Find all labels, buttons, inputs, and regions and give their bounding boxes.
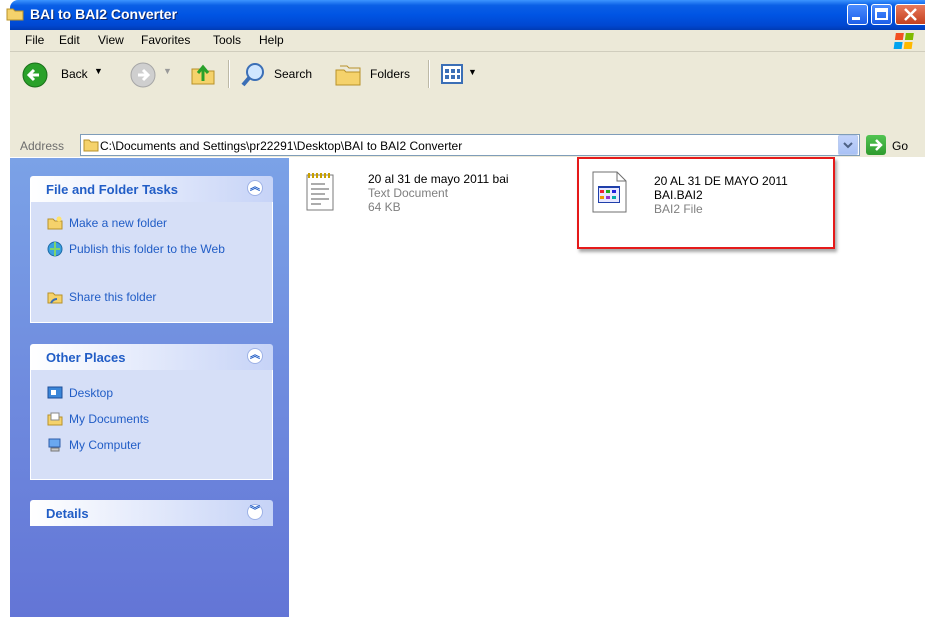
back-dropdown-icon[interactable]: ▼ <box>94 66 103 76</box>
menu-favorites[interactable]: Favorites <box>141 33 190 47</box>
address-dropdown-button[interactable] <box>838 135 858 155</box>
menu-edit[interactable]: Edit <box>59 33 80 47</box>
panel-title: Other Places <box>46 350 126 365</box>
window-title: BAI to BAI2 Converter <box>30 6 178 22</box>
web-publish-icon <box>47 241 63 257</box>
menu-help[interactable]: Help <box>259 33 284 47</box>
new-folder-icon <box>47 216 63 230</box>
minimize-button[interactable] <box>847 4 868 25</box>
file-folder-tasks-header[interactable]: File and Folder Tasks ︽ <box>30 176 273 202</box>
forward-arrow-icon <box>130 62 156 88</box>
menu-tools[interactable]: Tools <box>213 33 241 47</box>
menu-view[interactable]: View <box>98 33 124 47</box>
file-item[interactable]: 20 al 31 de mayo 2011 bai Text Document … <box>300 166 560 236</box>
minimize-icon <box>852 17 860 20</box>
collapse-chevron-icon[interactable]: ︽ <box>247 180 263 196</box>
folder-icon <box>6 8 24 21</box>
toolbar-separator <box>428 60 430 88</box>
details-header[interactable]: Details ︾ <box>30 500 273 526</box>
search-label: Search <box>274 67 313 81</box>
toolbar-separator <box>228 60 230 88</box>
forward-dropdown-icon[interactable]: ▼ <box>163 66 172 76</box>
collapse-chevron-icon[interactable]: ︽ <box>247 348 263 364</box>
task-pane: File and Folder Tasks ︽ Make a new folde… <box>10 158 289 617</box>
search-icon <box>241 63 264 87</box>
folders-icon <box>335 65 361 86</box>
my-computer-icon <box>48 438 61 452</box>
views-dropdown-icon[interactable]: ▼ <box>468 67 477 77</box>
views-button[interactable]: ▼ <box>440 62 480 86</box>
search-button[interactable]: Search <box>238 58 322 90</box>
go-button[interactable] <box>866 135 886 155</box>
folders-label: Folders <box>370 67 411 81</box>
folders-button[interactable]: Folders <box>332 58 422 90</box>
back-arrow-icon <box>22 62 48 88</box>
file-name: 20 al 31 de mayo 2011 bai <box>368 172 509 186</box>
expand-chevron-icon[interactable]: ︾ <box>247 504 263 520</box>
go-arrow-icon <box>870 139 883 151</box>
windows-logo-icon <box>893 33 914 49</box>
address-path: C:\Documents and Settings\pr22291\Deskto… <box>100 139 463 153</box>
desktop-icon <box>47 386 63 399</box>
menu-file[interactable]: File <box>25 33 44 47</box>
other-places-body: Desktop My Documents My Computer <box>30 370 273 480</box>
menu-bar: File Edit View Favorites Tools Help <box>10 30 925 52</box>
share-folder-icon <box>47 292 63 304</box>
back-label: Back <box>61 67 88 81</box>
close-button[interactable] <box>895 4 925 25</box>
file-type: Text Document <box>368 186 449 200</box>
highlight-annotation-box <box>577 157 835 249</box>
go-label[interactable]: Go <box>892 139 908 153</box>
forward-button[interactable]: ▼ <box>128 58 172 90</box>
file-folder-tasks-body: Make a new folder Publish this folder to… <box>30 202 273 323</box>
my-documents-icon <box>47 412 63 426</box>
other-places-header[interactable]: Other Places ︽ <box>30 344 273 370</box>
panel-title: Details <box>46 506 89 521</box>
file-size: 64 KB <box>368 200 401 214</box>
maximize-icon <box>875 8 888 20</box>
views-icon <box>441 64 463 84</box>
chevron-down-icon <box>843 142 853 149</box>
maximize-button[interactable] <box>871 4 892 25</box>
text-document-icon <box>306 173 334 211</box>
folder-icon <box>83 139 99 152</box>
panel-title: File and Folder Tasks <box>46 182 178 197</box>
close-icon <box>904 8 917 21</box>
up-folder-icon[interactable] <box>189 59 217 87</box>
address-label: Address <box>20 139 65 153</box>
back-button[interactable]: Back ▼ <box>18 58 122 90</box>
